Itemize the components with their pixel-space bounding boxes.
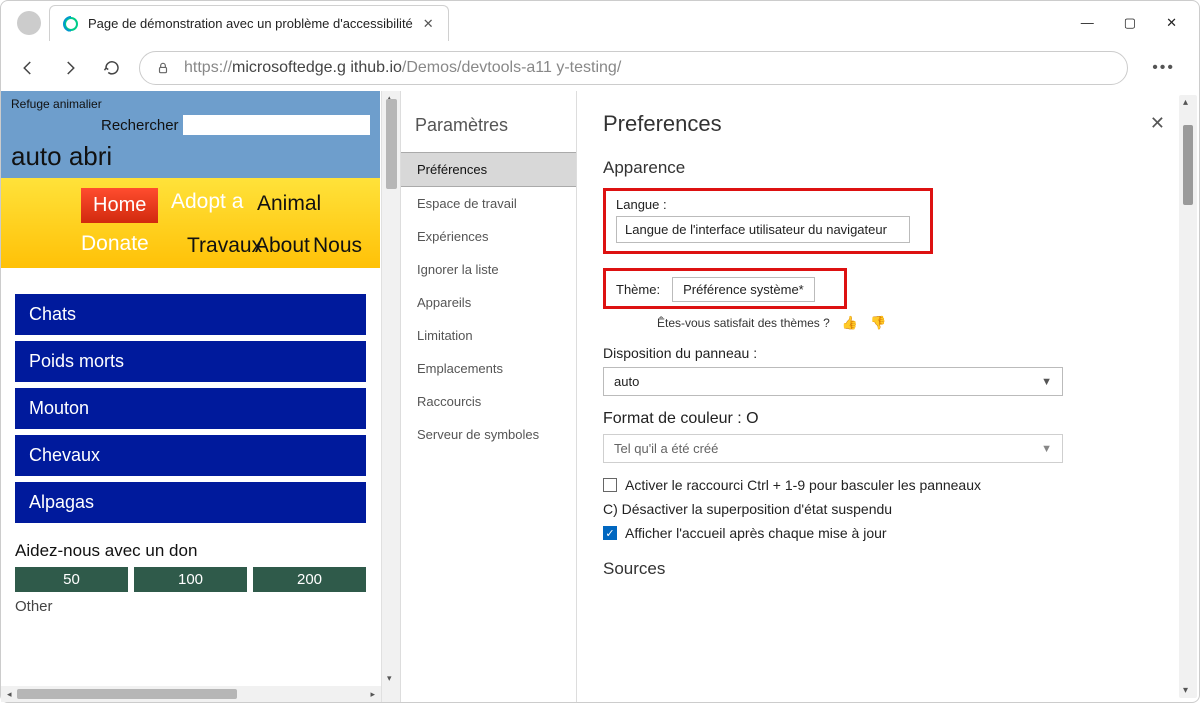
- theme-label: Thème:: [616, 282, 660, 297]
- thumbs-up-icon[interactable]: 👍: [842, 315, 858, 331]
- preferences-heading: Preferences: [603, 111, 722, 137]
- refresh-icon[interactable]: [103, 59, 121, 77]
- horizontal-scrollbar[interactable]: ◂ ▸: [1, 686, 381, 702]
- url-text: https://microsoftedge.g ithub.io/Demos/d…: [184, 59, 621, 77]
- scroll-up-icon[interactable]: ▴: [1183, 97, 1188, 108]
- checkbox-checked-icon[interactable]: ✓: [603, 526, 617, 540]
- toolbar: https://microsoftedge.g ithub.io/Demos/d…: [1, 45, 1199, 91]
- nav-donate[interactable]: Donate: [81, 232, 149, 256]
- checkbox-icon[interactable]: [603, 478, 617, 492]
- nav-animal[interactable]: Animal: [257, 192, 321, 216]
- panel-layout-select[interactable]: auto ▼: [603, 367, 1063, 396]
- window-controls: — ▢ ✕: [1081, 15, 1191, 31]
- devtools-settings-sidebar: Paramètres Préférences Espace de travail…: [401, 91, 577, 702]
- sidebar-item-workspace[interactable]: Espace de travail: [401, 187, 576, 220]
- scroll-down-icon[interactable]: ▾: [387, 673, 392, 684]
- checkbox-label: Afficher l'accueil après chaque mise à j…: [625, 525, 887, 541]
- donate-other[interactable]: Other: [1, 592, 380, 621]
- checkbox-label: C) Désactiver la superposition d'état su…: [603, 501, 892, 517]
- checkbox-show-welcome[interactable]: ✓ Afficher l'accueil après chaque mise à…: [603, 525, 1173, 541]
- scroll-thumb[interactable]: [1183, 125, 1193, 205]
- main-nav: Home Adopt a Animal Donate Travaux About…: [1, 178, 380, 268]
- color-format-value: Tel qu'il a été créé: [614, 441, 718, 456]
- settings-title: Paramètres: [401, 105, 576, 152]
- category-item[interactable]: Mouton: [15, 388, 366, 429]
- theme-setting-highlight: Thème: Préférence système*: [603, 268, 847, 309]
- nav-home[interactable]: Home: [81, 188, 158, 223]
- sidebar-item-locations[interactable]: Emplacements: [401, 352, 576, 385]
- section-appearance: Apparence: [603, 158, 1173, 178]
- donate-200[interactable]: 200: [253, 567, 366, 592]
- theme-value: Préférence système*: [683, 282, 804, 297]
- checkbox-disable-overlay[interactable]: C) Désactiver la superposition d'état su…: [603, 501, 1173, 517]
- nav-travaux[interactable]: Travaux: [187, 234, 262, 258]
- theme-feedback-text: Êtes-vous satisfait des thèmes ?: [657, 316, 830, 330]
- panel-layout-value: auto: [614, 374, 639, 389]
- lock-icon: [156, 61, 170, 75]
- category-item[interactable]: Chevaux: [15, 435, 366, 476]
- sidebar-item-devices[interactable]: Appareils: [401, 286, 576, 319]
- scroll-thumb-h[interactable]: [17, 689, 237, 699]
- sidebar-item-shortcuts[interactable]: Raccourcis: [401, 385, 576, 418]
- search-input[interactable]: [183, 115, 370, 135]
- scroll-right-icon[interactable]: ▸: [366, 689, 379, 700]
- category-item[interactable]: Alpagas: [15, 482, 366, 523]
- theme-feedback: Êtes-vous satisfait des thèmes ? 👍 👎: [657, 315, 1173, 331]
- category-item[interactable]: Chats: [15, 294, 366, 335]
- tab-title: Page de démonstration avec un problème d…: [88, 16, 413, 31]
- chevron-down-icon: ▼: [1041, 376, 1052, 388]
- sidebar-item-ignore-list[interactable]: Ignorer la liste: [401, 253, 576, 286]
- checkbox-ctrl-shortcut[interactable]: Activer le raccourci Ctrl + 1-9 pour bas…: [603, 477, 1173, 493]
- scroll-left-icon[interactable]: ◂: [3, 689, 16, 700]
- checkbox-label: Activer le raccourci Ctrl + 1-9 pour bas…: [625, 477, 981, 493]
- donate-row: 50 100 200: [1, 567, 380, 592]
- search-label: Rechercher: [101, 117, 179, 134]
- preferences-panel: Preferences ✕ Apparence Langue : Langue …: [577, 91, 1199, 702]
- language-select[interactable]: Langue de l'interface utilisateur du nav…: [616, 216, 910, 243]
- nav-about[interactable]: About: [255, 234, 310, 258]
- tab-close-icon[interactable]: ✕: [423, 16, 434, 32]
- sidebar-item-experiments[interactable]: Expériences: [401, 220, 576, 253]
- forward-icon[interactable]: [61, 59, 79, 77]
- category-list: Chats Poids morts Mouton Chevaux Alpagas: [1, 268, 380, 531]
- site-title: auto abri: [1, 141, 380, 178]
- site-top-label: Refuge animalier: [1, 91, 380, 113]
- donate-100[interactable]: 100: [134, 567, 247, 592]
- language-value: Langue de l'interface utilisateur du nav…: [625, 222, 887, 237]
- profile-avatar[interactable]: [17, 11, 41, 35]
- color-format-label: Format de couleur : O: [603, 410, 1173, 428]
- minimize-icon[interactable]: —: [1081, 15, 1094, 31]
- color-format-select[interactable]: Tel qu'il a été créé ▼: [603, 434, 1063, 463]
- nav-nous[interactable]: Nous: [313, 234, 362, 258]
- window-titlebar: Page de démonstration avec un problème d…: [1, 1, 1199, 45]
- back-icon[interactable]: [19, 59, 37, 77]
- category-item[interactable]: Poids morts: [15, 341, 366, 382]
- donate-heading: Aidez-nous avec un don: [1, 531, 380, 567]
- panel-layout-label: Disposition du panneau :: [603, 345, 1173, 361]
- donate-50[interactable]: 50: [15, 567, 128, 592]
- language-setting-highlight: Langue : Langue de l'interface utilisate…: [603, 188, 933, 254]
- edge-favicon: [64, 17, 78, 31]
- thumbs-down-icon[interactable]: 👎: [870, 315, 886, 331]
- close-settings-icon[interactable]: ✕: [1142, 109, 1173, 138]
- preferences-scrollbar[interactable]: ▴ ▾: [1179, 95, 1197, 698]
- sidebar-item-throttling[interactable]: Limitation: [401, 319, 576, 352]
- maximize-icon[interactable]: ▢: [1124, 15, 1136, 31]
- vertical-scrollbar[interactable]: ▴ ▾: [381, 91, 400, 702]
- scroll-down-icon[interactable]: ▾: [1183, 685, 1188, 696]
- section-sources: Sources: [603, 559, 1173, 579]
- search-row: Rechercher: [1, 113, 380, 141]
- webpage-pane: Refuge animalier Rechercher auto abri Ho…: [1, 91, 401, 702]
- more-menu-icon[interactable]: •••: [1138, 59, 1189, 77]
- nav-adopt[interactable]: Adopt a: [171, 190, 243, 214]
- address-bar[interactable]: https://microsoftedge.g ithub.io/Demos/d…: [139, 51, 1128, 85]
- close-icon[interactable]: ✕: [1166, 15, 1177, 31]
- theme-select[interactable]: Préférence système*: [672, 277, 815, 302]
- chevron-down-icon: ▼: [1041, 443, 1052, 455]
- browser-tab[interactable]: Page de démonstration avec un problème d…: [49, 5, 449, 41]
- scroll-thumb[interactable]: [386, 99, 397, 189]
- language-label: Langue :: [616, 197, 920, 212]
- sidebar-item-symbol-server[interactable]: Serveur de symboles: [401, 418, 576, 451]
- sidebar-item-preferences[interactable]: Préférences: [401, 152, 576, 187]
